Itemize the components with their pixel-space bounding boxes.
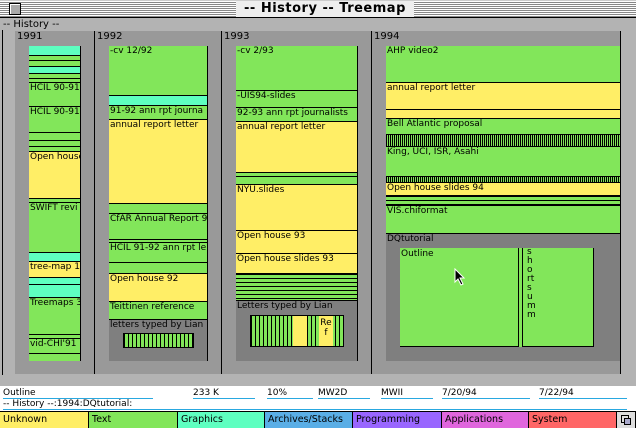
file-rect[interactable] [29, 353, 80, 361]
file-rect[interactable]: Teittinen reference [109, 301, 207, 319]
file-rect[interactable]: NYU.slides [236, 184, 357, 230]
file-modified-date: 7/22/94 [539, 388, 627, 399]
file-rect[interactable] [29, 132, 80, 140]
ref-file-label[interactable]: Ref [319, 318, 333, 338]
file-rect[interactable]: Open house 92 [109, 273, 207, 301]
close-box-icon[interactable] [9, 3, 21, 15]
year-1992-files: -cv 12/92 91-92 ann rpt journa annual re… [109, 46, 208, 361]
file-size: 233 K [193, 388, 255, 399]
legend-text[interactable]: Text [89, 412, 178, 428]
folder-label: letters typed by Lian [110, 320, 204, 330]
file-rect[interactable]: AHP video2 [386, 46, 620, 82]
legend-system[interactable]: System [529, 412, 617, 428]
file-rect[interactable] [29, 66, 80, 73]
file-type-legend: Unknown Text Graphics Archives/Stacks Pr… [0, 411, 636, 428]
zoom-box-icon[interactable] [617, 412, 636, 428]
file-outline[interactable]: Outline [400, 248, 519, 347]
file-rect[interactable]: tree-map 1 [29, 261, 80, 277]
window-title: -- History -- Treemap [236, 1, 414, 17]
file-creator: MW2D [318, 388, 370, 399]
folder-label: DQtutorial [387, 234, 434, 244]
legend-graphics[interactable]: Graphics [178, 412, 265, 428]
year-1993[interactable]: 1993 -cv 2/93 -UIS94-slides 92-93 ann rp… [222, 31, 372, 374]
file-rect[interactable]: -cv 2/93 [236, 46, 357, 90]
file-rect[interactable] [29, 46, 80, 55]
file-rect[interactable]: 92-93 ann rpt journalists [236, 107, 357, 121]
file-short-summary[interactable]: short summ [523, 248, 594, 347]
file-rect[interactable]: Open house [29, 151, 80, 198]
year-1994[interactable]: 1994 AHP video2 annual report letter Bel… [372, 31, 621, 374]
legend-programming[interactable]: Programming [353, 412, 442, 428]
file-rect[interactable] [386, 195, 620, 205]
file-rect[interactable]: VIS.chiformat [386, 205, 620, 233]
year-1991-files: HCIL 90-91 HCIL 90-91 Open house SWIFT r… [29, 46, 81, 361]
file-rect[interactable] [29, 277, 80, 284]
file-rect[interactable] [386, 134, 620, 146]
file-rect[interactable] [236, 273, 357, 300]
file-created-date: 7/20/94 [442, 388, 530, 399]
legend-applications[interactable]: Applications [442, 412, 529, 428]
file-percent: 10% [267, 388, 313, 399]
year-label: 1994 [374, 31, 400, 42]
file-label: Outline [401, 249, 434, 259]
file-rect[interactable] [109, 203, 207, 213]
year-1993-files: -cv 2/93 -UIS94-slides 92-93 ann rpt jou… [236, 46, 358, 361]
file-rect[interactable]: annual report letter [236, 121, 357, 172]
file-rect[interactable]: Bell Atlantic proposal [386, 118, 620, 134]
file-rect[interactable]: annual report letter [109, 119, 207, 203]
file-rect[interactable]: -cv 12/92 [109, 46, 207, 95]
file-type: MWII [381, 388, 433, 399]
arrow-cursor-icon [454, 268, 466, 286]
root-label: -- History -- [3, 19, 60, 30]
file-name: Outline [3, 388, 153, 399]
file-rect[interactable]: SWIFT revi [29, 202, 80, 252]
file-path: -- History --:1994:DQtutorial: [3, 399, 627, 410]
year-1991[interactable]: 1991 HCIL 90-91 HCIL 90-91 Open house SW… [15, 31, 95, 374]
file-rect[interactable]: -UIS94-slides [236, 90, 357, 107]
folder-contents[interactable] [123, 333, 194, 348]
file-rect[interactable]: HCIL 90-91 [29, 82, 80, 106]
file-rect[interactable]: Treemaps 3 [29, 297, 80, 334]
file-label: short summ [527, 248, 538, 320]
file-rect[interactable]: Open house slides 93 [236, 253, 357, 273]
year-label: 1992 [97, 31, 123, 42]
file-rect[interactable] [109, 262, 207, 273]
file-rect[interactable] [29, 284, 80, 297]
file-rect[interactable]: 91-92 ann rpt journa [109, 105, 207, 119]
file-rect[interactable]: vid-CHI'91 [29, 338, 80, 353]
file-rect[interactable]: King, UCI, ISR, Asahi [386, 146, 620, 176]
status-panel: Outline 233 K 10% MW2D MWII 7/20/94 7/22… [0, 386, 636, 411]
legend-unknown[interactable]: Unknown [0, 412, 89, 428]
file-rect[interactable] [236, 176, 357, 184]
file-rect[interactable]: Open house 93 [236, 230, 357, 253]
year-label: 1991 [17, 31, 43, 42]
file-rect[interactable] [29, 252, 80, 261]
folder-contents[interactable]: Ref [250, 315, 344, 347]
year-label: 1993 [224, 31, 250, 42]
file-rect[interactable] [109, 95, 207, 105]
year-1992[interactable]: 1992 -cv 12/92 91-92 ann rpt journa annu… [95, 31, 222, 374]
file-rect[interactable]: HCIL 90-91 [29, 106, 80, 132]
file-rect[interactable]: CfAR Annual Report 9 [109, 213, 207, 239]
file-rect[interactable]: annual report letter [386, 82, 620, 109]
year-1994-files: AHP video2 annual report letter Bell Atl… [386, 46, 621, 361]
folder-label: Letters typed by Lian [237, 301, 333, 311]
legend-archives-stacks[interactable]: Archives/Stacks [265, 412, 353, 428]
file-rect[interactable] [386, 109, 620, 118]
file-rect[interactable]: HCIL 91-92 ann rpt le [109, 242, 207, 262]
file-rect[interactable]: Open house slides 94 [386, 182, 620, 195]
